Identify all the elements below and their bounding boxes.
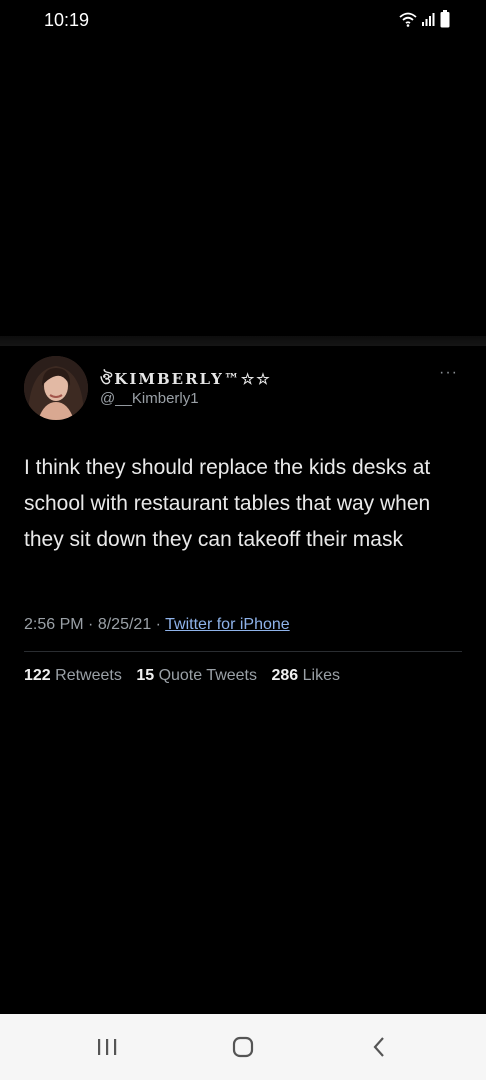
retweets-stat[interactable]: 122 Retweets [24, 667, 122, 684]
user-handle[interactable]: @__Kimberly1 [100, 390, 199, 407]
quote-tweets-stat[interactable]: 15 Quote Tweets [136, 667, 257, 684]
wifi-icon [398, 11, 418, 32]
quote-tweets-label: Quote Tweets [158, 667, 257, 684]
meta-separator: · [88, 616, 94, 633]
navigation-bar [0, 1014, 486, 1080]
status-time: 10:19 [44, 10, 90, 30]
meta-divider [24, 651, 462, 652]
likes-stat[interactable]: 286 Likes [271, 667, 340, 684]
likes-label: Likes [302, 667, 340, 684]
retweets-count: 122 [24, 667, 51, 684]
recent-apps-icon[interactable] [92, 1034, 122, 1060]
tweet-meta: 2:56 PM · 8/25/21 · Twitter for iPhone [24, 616, 290, 634]
battery-icon [440, 10, 450, 33]
avatar[interactable] [24, 356, 88, 420]
status-bar: 10:19 [0, 0, 486, 44]
more-options-icon[interactable]: ··· [439, 364, 458, 382]
top-divider [0, 336, 486, 346]
tweet-time: 2:56 PM [24, 616, 84, 633]
tweet-text: I think they should replace the kids des… [24, 456, 431, 551]
quote-tweets-count: 15 [136, 667, 155, 684]
tweet-source-link[interactable]: Twitter for iPhone [165, 616, 290, 633]
home-icon[interactable] [228, 1034, 258, 1060]
tweet-date: 8/25/21 [97, 616, 152, 633]
meta-separator: · [155, 616, 161, 633]
tweet-stats: 122 Retweets 15 Quote Tweets 286 Likes [24, 667, 350, 685]
back-icon[interactable] [364, 1034, 394, 1060]
status-icons [398, 10, 450, 33]
signal-icon [422, 12, 436, 31]
likes-count: 286 [271, 667, 299, 684]
retweets-label: Retweets [55, 667, 122, 684]
screen: 10:19 ঔKIMBERLY™☆☆ @__Kimberly1 ··· I th… [0, 0, 486, 1080]
